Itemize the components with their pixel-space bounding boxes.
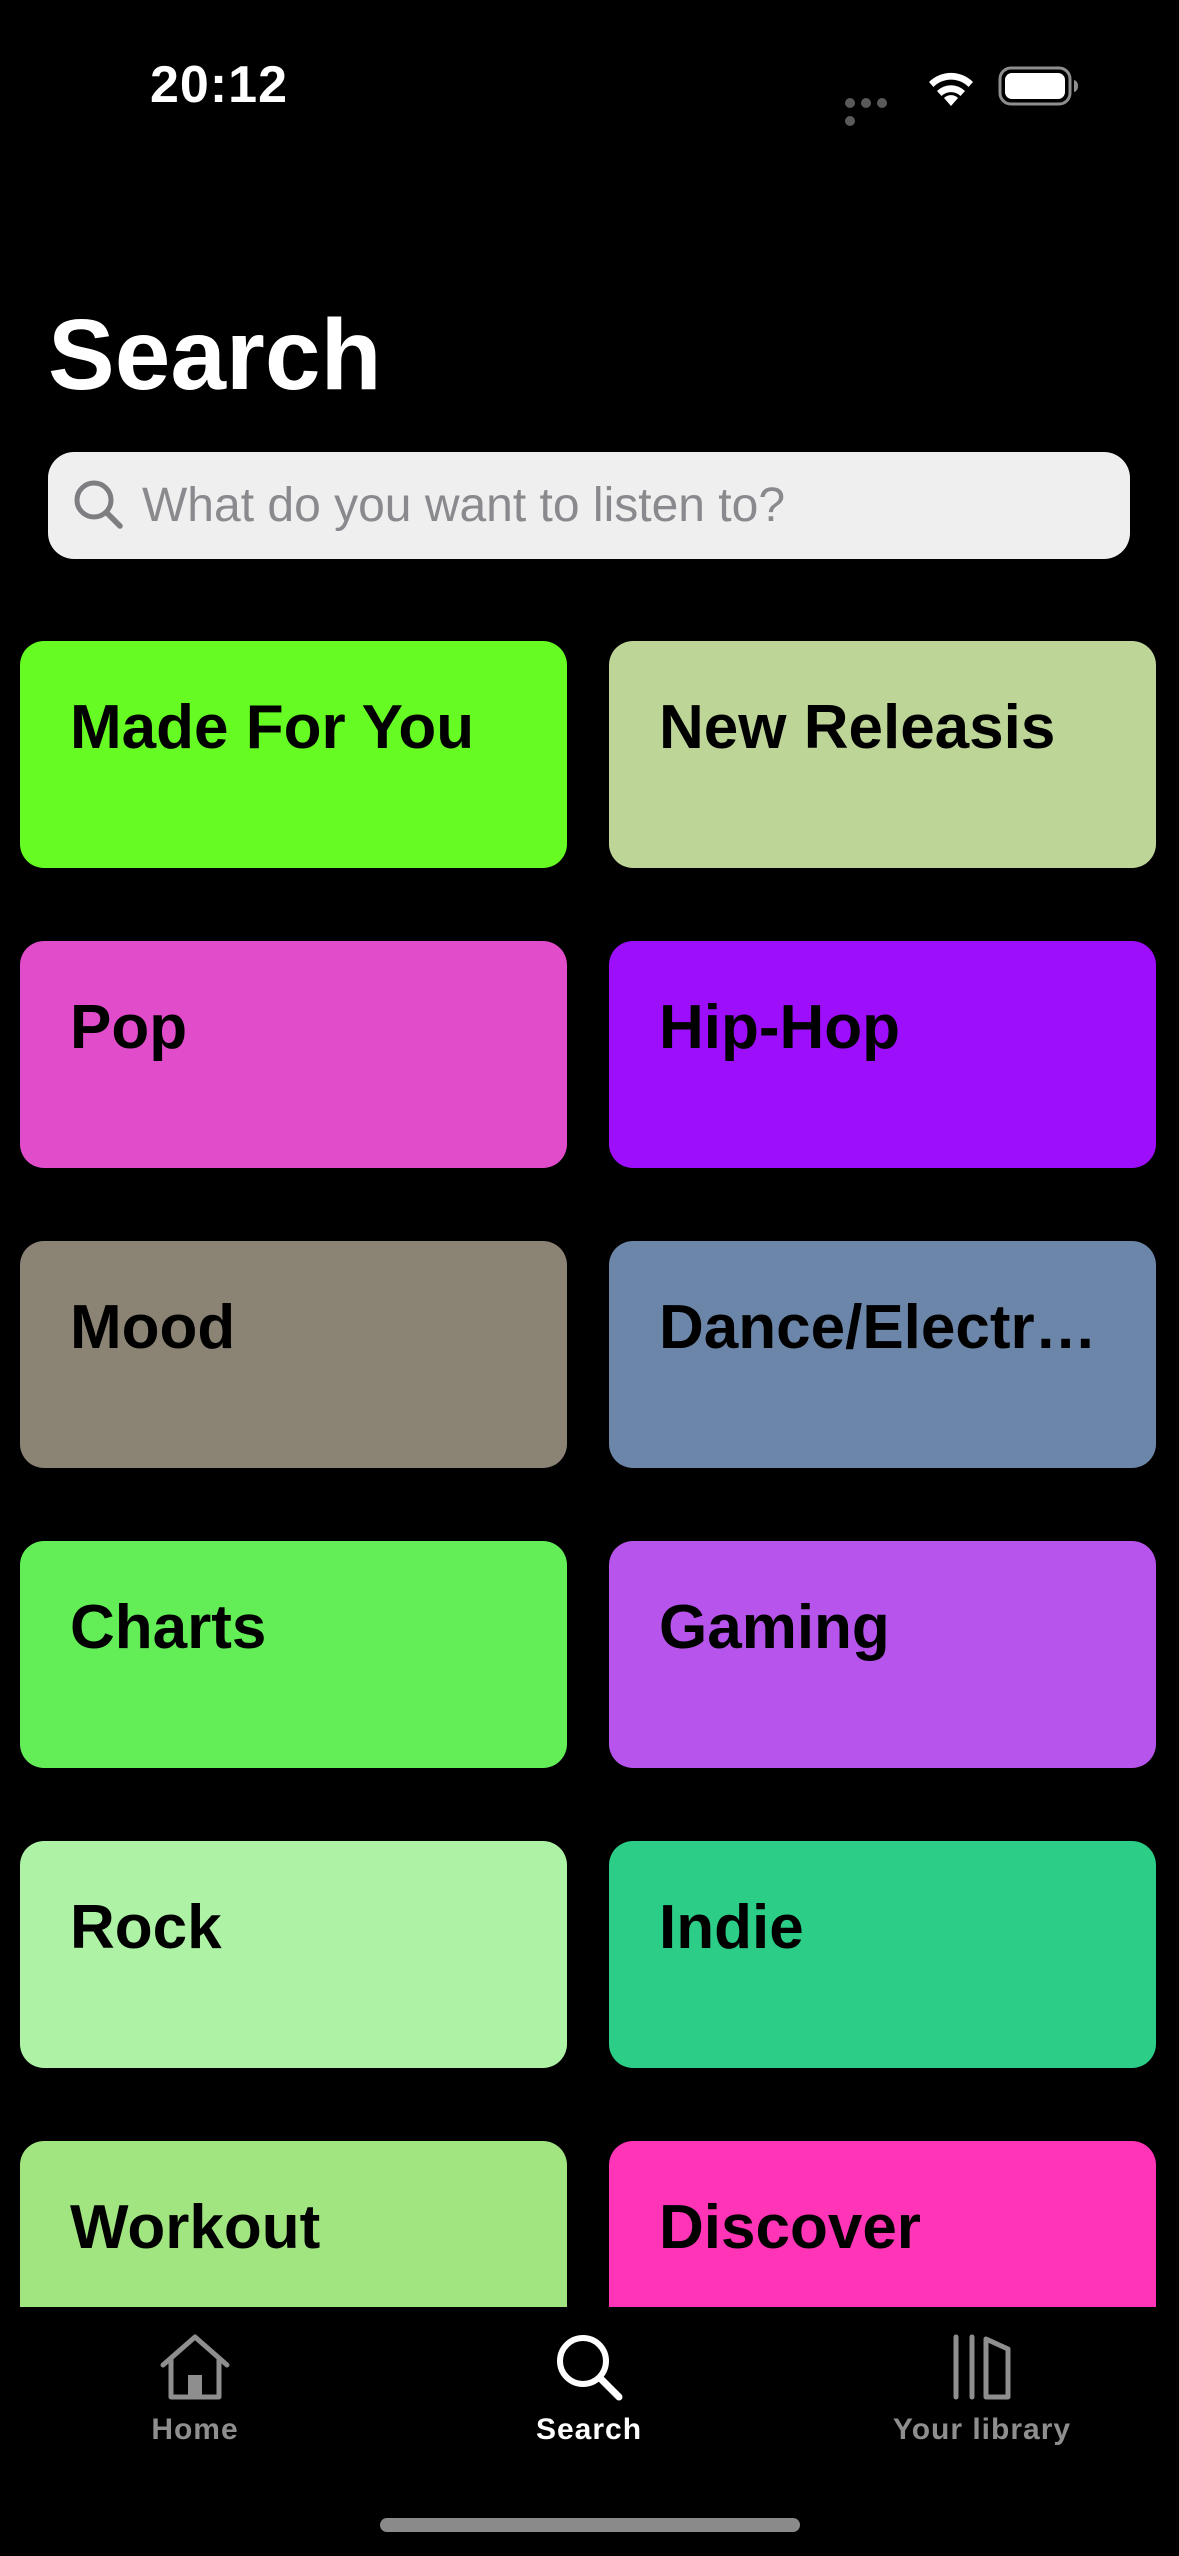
category-label: Mood <box>70 1293 236 1362</box>
cellular-signal-icon <box>845 95 905 126</box>
tab-label: Your library <box>892 2413 1072 2446</box>
status-time: 20:12 <box>150 56 288 114</box>
category-tile-hip-hop[interactable]: Hip-Hop <box>609 941 1156 1168</box>
house-icon <box>160 2334 230 2400</box>
search-input[interactable] <box>142 452 1102 559</box>
category-label: Pop <box>70 993 188 1062</box>
tab-search[interactable]: Search <box>459 2327 719 2477</box>
category-tile-new-releases[interactable]: New Releasis <box>609 641 1156 868</box>
category-label: Rock <box>70 1893 222 1962</box>
home-indicator <box>380 2518 800 2532</box>
wifi-icon <box>929 72 973 106</box>
category-tile-workout[interactable]: Workout <box>20 2141 567 2307</box>
category-grid: Made For You New Releasis Pop Hip-Hop Mo… <box>20 641 1159 2307</box>
category-label: Discover <box>659 2193 921 2262</box>
page-title: Search <box>48 299 382 411</box>
tab-home[interactable]: Home <box>65 2327 325 2477</box>
category-label: Made For You <box>70 693 475 762</box>
category-label: Charts <box>70 1593 267 1662</box>
category-label: Workout <box>70 2193 321 2262</box>
category-tile-indie[interactable]: Indie <box>609 1841 1156 2068</box>
tab-label: Search <box>535 2413 643 2446</box>
category-tile-gaming[interactable]: Gaming <box>609 1541 1156 1768</box>
category-label: New Releasis <box>659 693 1056 762</box>
category-tile-made-for-you[interactable]: Made For You <box>20 641 567 868</box>
status-bar: 20:12 <box>0 0 1179 170</box>
category-label: Gaming <box>659 1593 890 1662</box>
category-tile-mood[interactable]: Mood <box>20 1241 567 1468</box>
battery-icon <box>998 66 1078 106</box>
search-bar[interactable] <box>48 452 1130 559</box>
category-tile-dance-electronic[interactable]: Dance/Electronic <box>609 1241 1156 1468</box>
category-label: Indie <box>659 1893 804 1962</box>
category-tile-pop[interactable]: Pop <box>20 941 567 1168</box>
category-label: Dance/Electronic <box>659 1293 1116 1362</box>
search-icon <box>74 480 123 529</box>
category-tile-charts[interactable]: Charts <box>20 1541 567 1768</box>
category-tile-discover[interactable]: Discover <box>609 2141 1156 2307</box>
tab-label: Home <box>151 2413 239 2446</box>
tab-your-library[interactable]: Your library <box>852 2327 1112 2477</box>
category-label: Hip-Hop <box>659 993 901 1062</box>
search-icon <box>557 2335 623 2401</box>
category-tile-rock[interactable]: Rock <box>20 1841 567 2068</box>
library-icon <box>953 2334 1011 2400</box>
